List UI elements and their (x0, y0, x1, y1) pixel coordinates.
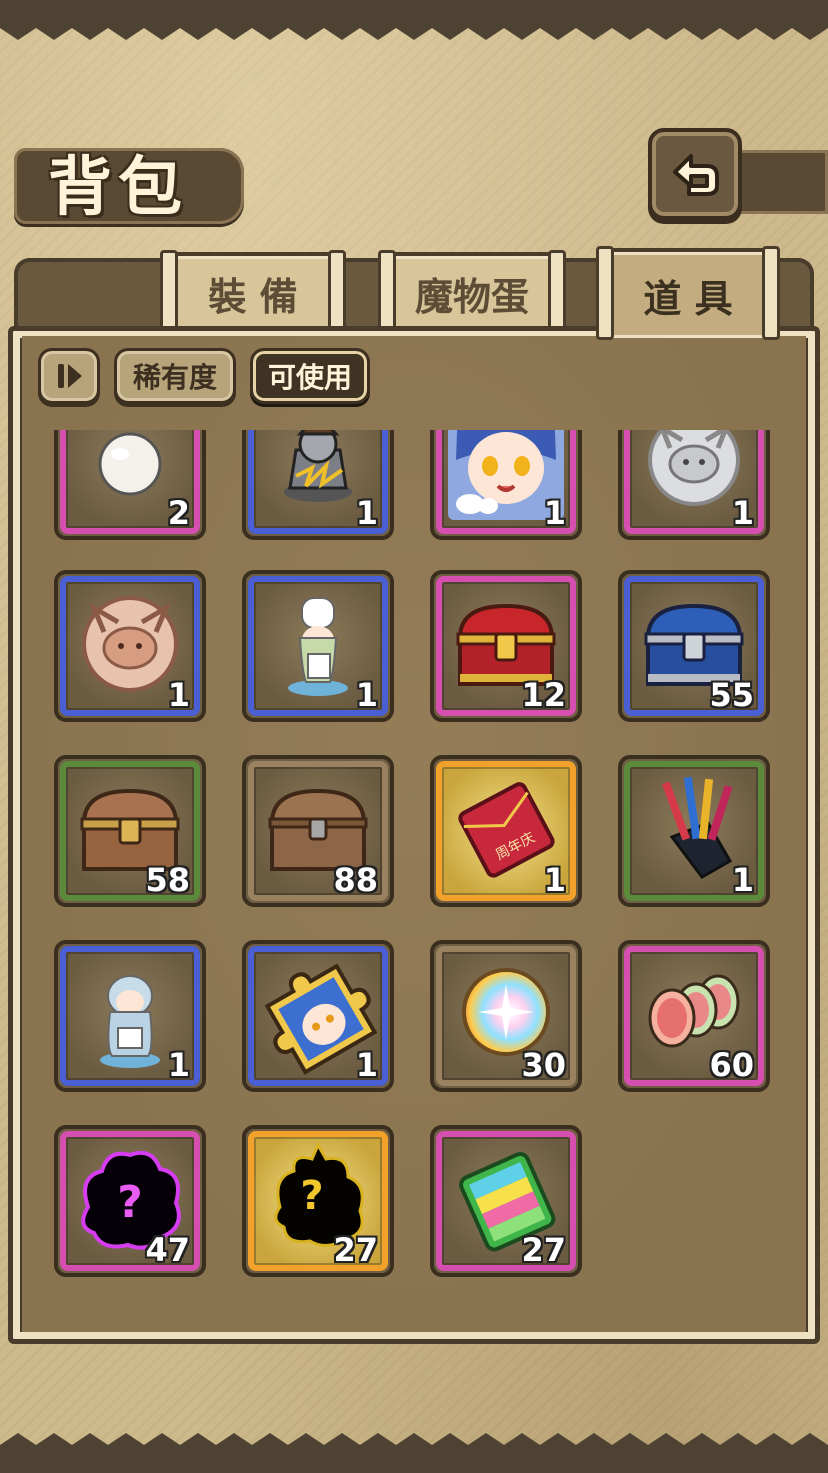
item-count: 1 (355, 1046, 378, 1084)
page-title: 背包 (48, 150, 188, 225)
mystery-mark: ? (300, 1173, 323, 1219)
tab-equipment-label: 裝 備 (208, 273, 298, 319)
item-count: 60 (709, 1046, 754, 1084)
inventory-slot[interactable]: 60 (618, 940, 770, 1092)
item-count: 1 (543, 494, 566, 532)
sort-toggle-button[interactable] (38, 348, 100, 404)
item-count: 47 (145, 1231, 190, 1269)
inventory-slot[interactable]: 1 (54, 570, 206, 722)
inventory-slot[interactable]: 2 (54, 430, 206, 540)
item-count: 27 (333, 1231, 378, 1269)
usable-filter-button[interactable]: 可使用 (250, 348, 370, 404)
tab-monster-eggs-label: 魔物蛋 (414, 273, 529, 319)
item-grid[interactable]: 2 1 1 1 1 1 12 55 58 88 周年庆 1 1 1 1 30 6… (22, 430, 806, 1330)
inventory-slot[interactable]: 1 (618, 430, 770, 540)
rarity-filter-button[interactable]: 稀有度 (114, 348, 236, 404)
mystery-mark: ? (117, 1177, 143, 1228)
inventory-slot[interactable]: 1 (618, 755, 770, 907)
top-zigzag-border (0, 0, 828, 40)
item-count: 2 (167, 494, 190, 532)
tab-monster-eggs[interactable]: 魔物蛋 (378, 250, 566, 344)
inventory-slot[interactable]: 27 (430, 1125, 582, 1277)
inventory-slot[interactable]: 1 (242, 940, 394, 1092)
item-count: 1 (167, 676, 190, 714)
inventory-slot[interactable]: 88 (242, 755, 394, 907)
item-count: 55 (709, 676, 754, 714)
item-count: 88 (333, 861, 378, 899)
inventory-slot[interactable]: 1 (430, 430, 582, 540)
item-count: 1 (731, 494, 754, 532)
item-count: 30 (521, 1046, 566, 1084)
inventory-slot[interactable]: 1 (242, 430, 394, 540)
back-arrow-icon (673, 154, 719, 196)
inventory-slot[interactable]: 1 (54, 940, 206, 1092)
tab-items[interactable]: 道 具 (596, 246, 780, 340)
inventory-slot[interactable]: 12 (430, 570, 582, 722)
inventory-slot[interactable]: ? 27 (242, 1125, 394, 1277)
tab-equipment[interactable]: 裝 備 (160, 250, 346, 344)
item-count: 27 (521, 1231, 566, 1269)
sort-toggle-icon (58, 364, 82, 388)
rarity-filter-label: 稀有度 (132, 361, 217, 394)
usable-filter-label: 可使用 (267, 361, 352, 394)
item-count: 12 (521, 676, 566, 714)
inventory-slot[interactable]: 55 (618, 570, 770, 722)
back-button[interactable] (648, 128, 742, 220)
inventory-slot[interactable]: 周年庆 1 (430, 755, 582, 907)
item-count: 1 (543, 861, 566, 899)
inventory-slot[interactable]: 58 (54, 755, 206, 907)
inventory-slot[interactable]: 1 (242, 570, 394, 722)
tab-items-label: 道 具 (643, 275, 733, 321)
item-count: 1 (355, 494, 378, 532)
inventory-slot[interactable]: 30 (430, 940, 582, 1092)
item-count: 1 (167, 1046, 190, 1084)
inventory-slot[interactable]: ? 47 (54, 1125, 206, 1277)
item-count: 1 (731, 861, 754, 899)
item-count: 1 (355, 676, 378, 714)
item-count: 58 (145, 861, 190, 899)
bottom-zigzag-border (0, 1433, 828, 1473)
